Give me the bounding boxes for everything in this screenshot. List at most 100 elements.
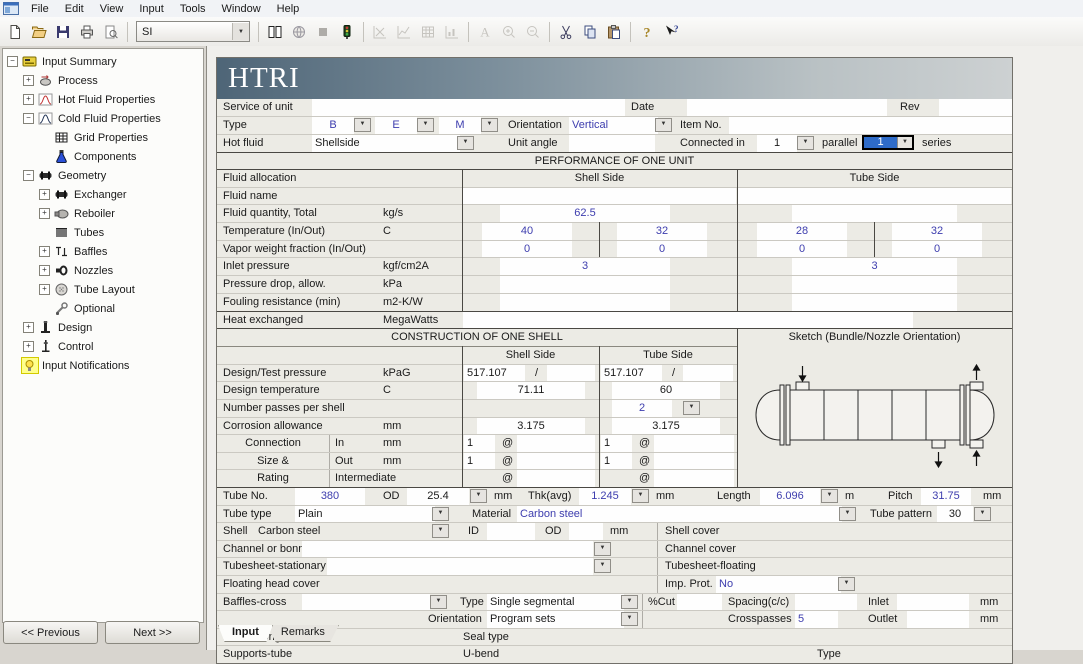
copy-icon[interactable] bbox=[578, 21, 602, 43]
corrosion-shell-field[interactable]: 3.175 bbox=[477, 418, 585, 435]
baffles-cross-field[interactable] bbox=[302, 594, 430, 611]
orientation-field[interactable]: Vertical bbox=[569, 117, 658, 134]
connection-out-shell-size[interactable] bbox=[517, 453, 595, 470]
service-of-unit-field[interactable] bbox=[312, 99, 625, 116]
previous-button[interactable]: << Previous bbox=[3, 621, 98, 644]
outlet-field[interactable] bbox=[907, 611, 969, 628]
design-pressure-tube-field[interactable]: 517.107 bbox=[601, 365, 662, 382]
design-temperature-tube-field[interactable]: 60 bbox=[612, 382, 720, 399]
baffle-type-dropdown[interactable]: ▼ bbox=[621, 595, 638, 609]
vapor-shell-out-field[interactable]: 0 bbox=[617, 241, 707, 258]
baffles-cross-dropdown[interactable]: ▼ bbox=[430, 595, 447, 609]
tree-item-grid-properties[interactable]: Grid Properties bbox=[3, 128, 203, 147]
passes-dropdown[interactable]: ▼ bbox=[683, 401, 700, 415]
expand-toggle[interactable]: + bbox=[39, 246, 50, 257]
fluid-quantity-shell-field[interactable]: 62.5 bbox=[500, 205, 670, 222]
tree-item-cold-fluid-properties[interactable]: −Cold Fluid Properties bbox=[3, 109, 203, 128]
tree-item-tube-layout[interactable]: +Tube Layout bbox=[3, 280, 203, 299]
expand-toggle[interactable]: + bbox=[39, 284, 50, 295]
tree-item-nozzles[interactable]: +Nozzles bbox=[3, 261, 203, 280]
shell-material-field[interactable]: Carbon steel bbox=[255, 523, 378, 540]
imp-prot-dropdown[interactable]: ▼ bbox=[838, 577, 855, 591]
inlet-field[interactable] bbox=[897, 594, 969, 611]
tubesheet-field[interactable] bbox=[327, 558, 593, 575]
context-help-icon[interactable]: ? bbox=[659, 21, 683, 43]
tube-pattern-dropdown[interactable]: ▼ bbox=[974, 507, 991, 521]
tree-item-input-notifications[interactable]: Input Notifications bbox=[3, 356, 203, 375]
expand-toggle[interactable]: + bbox=[39, 265, 50, 276]
tab-input[interactable]: Input bbox=[218, 625, 273, 642]
vapor-shell-in-field[interactable]: 0 bbox=[482, 241, 572, 258]
corrosion-tube-field[interactable]: 3.175 bbox=[612, 418, 720, 435]
menu-edit[interactable]: Edit bbox=[57, 2, 92, 16]
collapse-toggle[interactable]: − bbox=[23, 113, 34, 124]
channel-dropdown[interactable]: ▼ bbox=[594, 542, 611, 556]
fouling-shell-field[interactable] bbox=[500, 294, 670, 311]
tree-item-exchanger[interactable]: +Exchanger bbox=[3, 185, 203, 204]
connection-out-tube-count[interactable]: 1 bbox=[601, 453, 632, 470]
new-icon[interactable] bbox=[3, 21, 27, 43]
material-dropdown[interactable]: ▼ bbox=[839, 507, 856, 521]
tree-item-hot-fluid-properties[interactable]: +Hot Fluid Properties bbox=[3, 90, 203, 109]
globe-icon[interactable] bbox=[287, 21, 311, 43]
length-field[interactable]: 6.096 bbox=[760, 488, 820, 505]
type-shell-dropdown[interactable]: ▼ bbox=[417, 118, 434, 132]
menu-help[interactable]: Help bbox=[269, 2, 308, 16]
thk-field[interactable]: 1.245 bbox=[579, 488, 631, 505]
temperature-shell-in-field[interactable]: 40 bbox=[482, 223, 572, 240]
save-icon[interactable] bbox=[51, 21, 75, 43]
tube-type-dropdown[interactable]: ▼ bbox=[432, 507, 449, 521]
chevron-down-icon[interactable]: ▼ bbox=[897, 137, 912, 148]
menu-view[interactable]: View bbox=[92, 2, 132, 16]
menu-file[interactable]: File bbox=[23, 2, 57, 16]
baffle-type-field[interactable]: Single segmental bbox=[487, 594, 624, 611]
menu-window[interactable]: Window bbox=[214, 2, 269, 16]
tree-item-control[interactable]: +Control bbox=[3, 337, 203, 356]
tube-no-field[interactable]: 380 bbox=[295, 488, 365, 505]
type-rear-field[interactable]: M bbox=[439, 117, 481, 134]
od-field[interactable]: 25.4 bbox=[407, 488, 469, 505]
unit-system-combo[interactable]: SI ▼ bbox=[136, 21, 250, 42]
tab-remarks[interactable]: Remarks bbox=[267, 625, 339, 642]
connection-in-tube-count[interactable]: 1 bbox=[601, 435, 632, 452]
pressure-drop-tube-field[interactable] bbox=[792, 276, 957, 293]
parallel-dropdown[interactable]: ▼ bbox=[797, 136, 814, 150]
temperature-shell-out-field[interactable]: 32 bbox=[617, 223, 707, 240]
fouling-tube-field[interactable] bbox=[792, 294, 957, 311]
item-no-field[interactable] bbox=[729, 117, 1012, 134]
expand-toggle[interactable]: + bbox=[39, 189, 50, 200]
type-shell-field[interactable]: E bbox=[375, 117, 417, 134]
unit-angle-field[interactable] bbox=[569, 135, 655, 152]
tube-pattern-field[interactable]: 30 bbox=[937, 506, 973, 523]
vapor-tube-in-field[interactable]: 0 bbox=[757, 241, 847, 258]
tree-item-input-summary[interactable]: −Input Summary bbox=[3, 52, 203, 71]
baffle-orientation-dropdown[interactable]: ▼ bbox=[621, 612, 638, 626]
connection-intermediate-shell-size[interactable] bbox=[517, 470, 595, 487]
print-preview-icon[interactable] bbox=[99, 21, 123, 43]
tree-item-optional[interactable]: Optional bbox=[3, 299, 203, 318]
expand-toggle[interactable]: + bbox=[23, 75, 34, 86]
tree-item-tubes[interactable]: Tubes bbox=[3, 223, 203, 242]
temperature-tube-out-field[interactable]: 32 bbox=[892, 223, 982, 240]
inlet-pressure-tube-field[interactable]: 3 bbox=[792, 258, 957, 275]
design-pressure-shell-field[interactable]: 517.107 bbox=[464, 365, 525, 382]
pitch-field[interactable]: 31.75 bbox=[921, 488, 971, 505]
imp-prot-field[interactable]: No bbox=[716, 576, 841, 593]
tree-item-process[interactable]: +Process bbox=[3, 71, 203, 90]
open-icon[interactable] bbox=[27, 21, 51, 43]
spacing-field[interactable] bbox=[795, 594, 857, 611]
baffle-orientation-field[interactable]: Program sets bbox=[487, 611, 624, 628]
od-dropdown[interactable]: ▼ bbox=[470, 489, 487, 503]
type-front-dropdown[interactable]: ▼ bbox=[354, 118, 371, 132]
pressure-drop-shell-field[interactable] bbox=[500, 276, 670, 293]
hot-fluid-field[interactable]: Shellside bbox=[312, 135, 460, 152]
connection-out-tube-size[interactable] bbox=[654, 453, 734, 470]
tree-item-baffles[interactable]: +Baffles bbox=[3, 242, 203, 261]
run-traffic-light-icon[interactable] bbox=[335, 21, 359, 43]
design-temperature-shell-field[interactable]: 71.11 bbox=[477, 382, 585, 399]
shell-id-field[interactable] bbox=[487, 523, 535, 540]
length-dropdown[interactable]: ▼ bbox=[821, 489, 838, 503]
temperature-tube-in-field[interactable]: 28 bbox=[757, 223, 847, 240]
expand-toggle[interactable]: + bbox=[23, 341, 34, 352]
cut-field[interactable] bbox=[677, 594, 722, 611]
